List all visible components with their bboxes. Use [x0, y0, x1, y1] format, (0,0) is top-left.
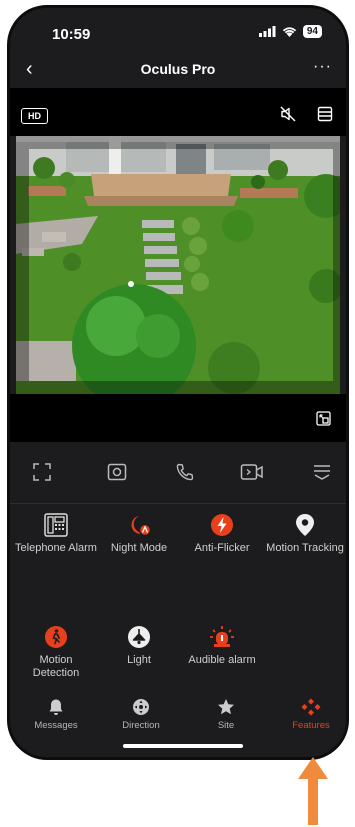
phone-call-icon[interactable]: [175, 462, 195, 482]
snapshot-icon[interactable]: [107, 462, 127, 482]
feature-audible-alarm[interactable]: Audible alarm: [181, 625, 263, 667]
phone-grid-icon: [44, 513, 68, 537]
tab-site[interactable]: Site: [191, 698, 261, 731]
tab-label: Features: [292, 720, 330, 731]
feature-night-mode[interactable]: Night Mode: [98, 513, 180, 555]
divider: [10, 503, 346, 504]
feature-light[interactable]: Light: [98, 625, 180, 667]
location-pin-icon: [296, 514, 314, 536]
tab-direction[interactable]: Direction: [106, 698, 176, 731]
garden-scene-image: [16, 136, 340, 394]
video-bottom-bar: [10, 394, 346, 442]
feature-label: Motion Tracking: [266, 542, 344, 554]
feature-label: Motion Detection: [32, 654, 80, 679]
tab-label: Messages: [34, 720, 78, 731]
wifi-icon: [282, 27, 297, 37]
features-icon: [301, 698, 321, 716]
tab-messages[interactable]: Messages: [21, 698, 91, 731]
siren-icon: [210, 626, 234, 647]
feature-label: Light: [127, 654, 151, 666]
feature-label: Telephone Alarm: [15, 542, 97, 554]
control-toolbar: [10, 452, 346, 496]
feature-motion-tracking[interactable]: Motion Tracking: [264, 513, 346, 555]
feature-anti-flicker[interactable]: Anti-Flicker: [181, 513, 263, 555]
picture-in-picture-icon[interactable]: [316, 411, 331, 426]
bell-icon: [49, 699, 63, 715]
signal-icon: [258, 26, 276, 37]
direction-pad-icon: [133, 699, 149, 715]
feature-telephone-alarm[interactable]: Telephone Alarm: [15, 513, 97, 555]
feature-motion-detection[interactable]: Motion Detection: [15, 625, 97, 680]
battery-indicator: 94: [302, 25, 322, 38]
camera-live-view[interactable]: [16, 136, 340, 394]
lightning-icon: [211, 514, 233, 536]
status-time: 10:59: [52, 26, 91, 43]
home-indicator: [123, 744, 243, 748]
bottom-tab-bar: Messages Direction Site Features: [10, 692, 346, 747]
status-icons: 94: [258, 25, 322, 38]
tab-label: Direction: [122, 720, 160, 731]
page-title: Oculus Pro: [140, 61, 216, 77]
nav-bar: ‹ Oculus Pro ···: [10, 54, 346, 86]
playback-list-icon[interactable]: [317, 106, 333, 122]
feature-label: Anti-Flicker: [194, 542, 250, 554]
feature-label: Audible alarm: [188, 654, 256, 666]
record-video-icon[interactable]: [240, 462, 264, 482]
video-top-toolbar: HD: [10, 88, 346, 136]
feature-label: Night Mode: [110, 542, 168, 554]
mute-speaker-icon[interactable]: [280, 106, 296, 122]
status-bar: 10:59 94: [10, 8, 346, 52]
hd-quality-button[interactable]: HD: [21, 108, 48, 124]
tab-features[interactable]: Features: [276, 698, 346, 731]
running-person-icon: [45, 626, 67, 648]
phone-frame: 10:59 94 ‹ Oculus Pro ··· HD Telephone A…: [7, 5, 349, 760]
arrow-up-icon: [298, 757, 328, 825]
more-options-icon[interactable]: ···: [313, 58, 332, 76]
fullscreen-icon[interactable]: [32, 462, 52, 482]
light-icon: [128, 626, 150, 648]
night-mode-icon: [131, 516, 152, 537]
star-icon: [218, 699, 234, 715]
tab-label: Site: [217, 720, 235, 731]
collapse-menu-icon[interactable]: [312, 462, 332, 482]
